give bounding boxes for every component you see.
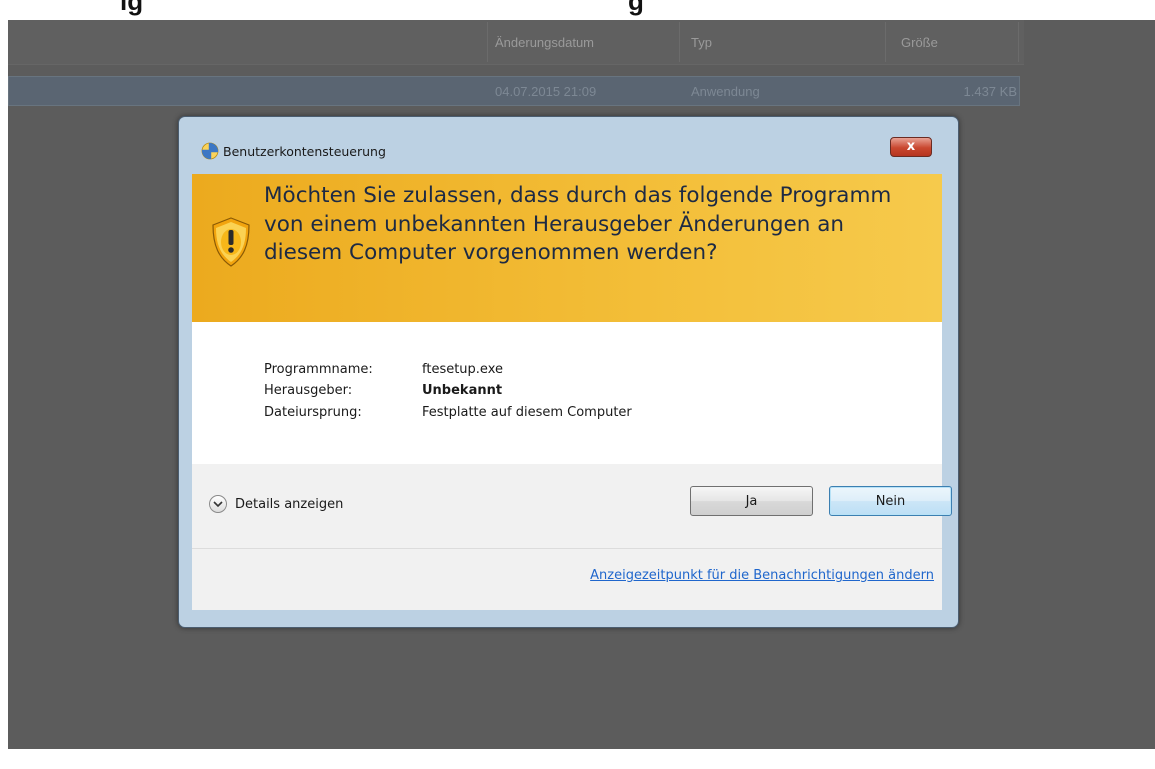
yes-label: Ja (745, 493, 758, 509)
dialog-footer: Details anzeigen Ja Nein Anzeigezeitpunk… (192, 464, 952, 610)
field-value: Festplatte auf diesem Computer (422, 405, 632, 420)
file-date: 04.07.2015 21:09 (495, 84, 597, 99)
uac-shield-icon (201, 142, 219, 160)
details-toggle[interactable]: Details anzeigen (209, 493, 343, 515)
chevron-down-icon (209, 495, 227, 513)
field-value: ftesetup.exe (422, 362, 503, 377)
column-header-type[interactable]: Typ (691, 35, 712, 50)
info-row-publisher: Herausgeber: Unbekannt (264, 383, 502, 398)
column-header-size[interactable]: Größe (901, 35, 938, 50)
top-caption: ig g (0, 0, 1155, 16)
warning-banner: Möchten Sie zulassen, dass durch das fol… (192, 174, 942, 322)
file-row-selected[interactable]: 04.07.2015 21:09 Anwendung 1.437 KB (8, 76, 1020, 106)
caption-right-fragment: g (628, 0, 644, 16)
dialog-title: Benutzerkontensteuerung (223, 144, 386, 159)
program-info: Programmname: ftesetup.exe Herausgeber: Un… (192, 322, 942, 464)
notification-settings-link[interactable]: Anzeigezeitpunkt für die Benachrichtigun… (590, 568, 934, 583)
field-label: Programmname: (264, 362, 373, 377)
no-label: Nein (875, 493, 906, 509)
column-separator (487, 22, 488, 62)
details-label: Details anzeigen (235, 496, 344, 512)
warning-shield-icon (212, 217, 250, 267)
uac-dialog: Benutzerkontensteuerung x Möchten Sie zu… (178, 116, 959, 628)
column-separator (1018, 22, 1019, 62)
column-separator (679, 22, 680, 62)
file-type: Anwendung (691, 84, 760, 99)
info-row-origin: Dateiursprung: Festplatte auf diesem Comp… (264, 405, 632, 420)
file-size: 1.437 KB (963, 84, 1018, 99)
close-button[interactable]: x (890, 137, 932, 157)
uac-question: Möchten Sie zulassen, dass durch das fol… (264, 183, 892, 265)
no-button[interactable]: Nein (829, 486, 952, 516)
yes-button[interactable]: Ja (690, 486, 813, 516)
caption-left-fragment: ig (120, 0, 144, 16)
field-label: Dateiursprung: (264, 405, 362, 420)
info-row-program-name: Programmname: ftesetup.exe (264, 362, 503, 377)
close-icon: x (906, 139, 916, 154)
footer-divider (192, 548, 942, 549)
column-header-row: Änderungsdatum Typ Größe (8, 20, 1024, 65)
column-separator (885, 22, 886, 62)
field-value: Unbekannt (422, 383, 503, 398)
field-label: Herausgeber: (264, 383, 353, 398)
column-header-date[interactable]: Änderungsdatum (495, 35, 594, 50)
